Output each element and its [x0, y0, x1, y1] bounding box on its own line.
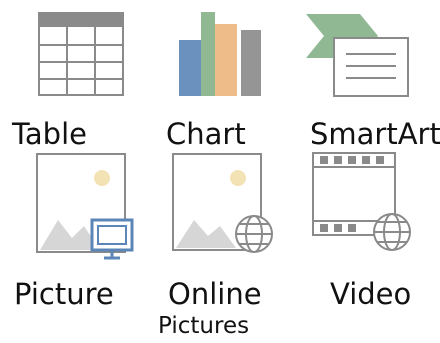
smartart-icon — [300, 10, 410, 100]
chart-label: Chart — [166, 117, 246, 151]
pictures-label: Pictures — [158, 313, 250, 339]
online-label: Online — [168, 277, 262, 311]
table-icon — [38, 12, 124, 96]
table-label: Table — [12, 117, 87, 151]
smartart-label: SmartArt — [310, 117, 440, 151]
picture-icon — [34, 150, 136, 266]
video-icon — [310, 150, 418, 260]
online-pictures-icon — [170, 150, 280, 260]
picture-label: Picture — [14, 277, 114, 311]
video-label: Video — [330, 277, 412, 311]
chart-icon — [176, 10, 264, 96]
